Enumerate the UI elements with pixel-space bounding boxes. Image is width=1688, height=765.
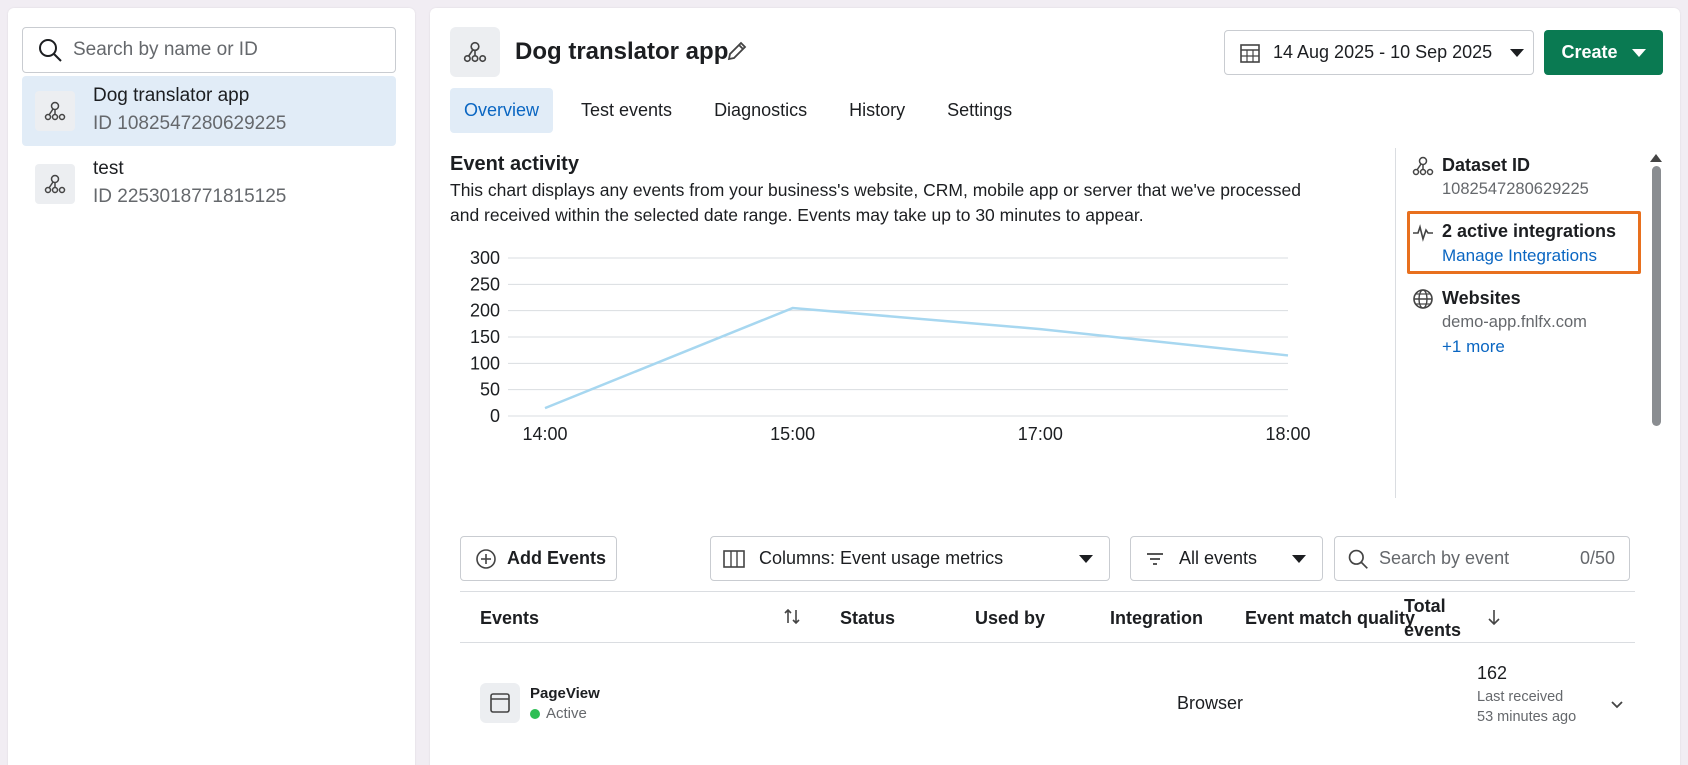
event-search-box[interactable]: Search by event 0/50 <box>1334 536 1630 581</box>
series-line[interactable] <box>544 306 1289 410</box>
tab-history[interactable]: History <box>835 88 919 133</box>
dataset-name: test <box>93 158 124 179</box>
page-title: Dog translator app <box>515 38 729 65</box>
events-table-header: Events Status Used by Integration Event … <box>460 591 1635 643</box>
dataset-detail-panel: Dog translator app 14 Aug 2025 - 10 Sep … <box>430 8 1680 765</box>
websites-block: Websites demo-app.fnlfx.com +1 more <box>1410 286 1640 359</box>
scrollbar-thumb[interactable] <box>1651 166 1661 426</box>
calendar-icon <box>1240 43 1260 63</box>
y-tick-label: 300 <box>470 248 500 268</box>
dataset-list-panel: Dog translator app ID 1082547280629225 t… <box>8 8 415 765</box>
x-tick-label: 14:00 <box>522 424 567 444</box>
dataset-id-block: Dataset ID 1082547280629225 <box>1410 153 1640 201</box>
dataset-icon <box>35 164 75 204</box>
globe-icon <box>1413 289 1433 309</box>
tab-diagnostics[interactable]: Diagnostics <box>700 88 821 133</box>
y-tick-label: 200 <box>470 301 500 321</box>
event-total-count: 162 <box>1477 663 1508 683</box>
columns-dropdown[interactable]: Columns: Event usage metrics <box>710 536 1110 581</box>
date-range-picker[interactable]: 14 Aug 2025 - 10 Sep 2025 <box>1224 30 1534 75</box>
plus-circle-icon <box>476 548 496 569</box>
date-range-label: 14 Aug 2025 - 10 Sep 2025 <box>1273 42 1493 62</box>
integrations-highlight-box <box>1407 211 1641 274</box>
event-search-placeholder: Search by event <box>1379 548 1510 568</box>
dataset-icon <box>1412 156 1434 176</box>
sort-icon[interactable] <box>782 607 802 627</box>
arrow-down-icon[interactable] <box>1485 607 1503 627</box>
event-search-count: 0/50 <box>1579 548 1615 568</box>
add-events-button[interactable]: Add Events <box>460 536 617 581</box>
x-tick-label: 18:00 <box>1265 424 1310 444</box>
event-filter-label: All events <box>1179 548 1258 568</box>
filter-icon <box>1147 552 1163 565</box>
edit-pencil-icon[interactable] <box>724 38 750 64</box>
scrollbar[interactable] <box>1649 148 1663 448</box>
chevron-down-icon <box>1510 48 1525 57</box>
dataset-icon <box>450 27 500 77</box>
more-websites-link[interactable]: +1 more <box>1442 334 1640 359</box>
x-tick-label: 17:00 <box>1018 424 1063 444</box>
tab-settings[interactable]: Settings <box>933 88 1026 133</box>
create-button[interactable]: Create <box>1544 30 1663 75</box>
dataset-id-label: Dataset ID <box>1442 155 1531 175</box>
dataset-item-dog-translator[interactable]: Dog translator app ID 1082547280629225 <box>22 76 396 146</box>
chevron-down-icon <box>1631 48 1646 57</box>
column-header-integration[interactable]: Integration <box>1110 592 1203 644</box>
dataset-search-input[interactable] <box>73 39 373 61</box>
columns-label: Columns: Event usage metrics <box>759 548 1004 568</box>
y-tick-label: 150 <box>470 327 500 347</box>
event-activity-title: Event activity <box>450 153 579 175</box>
browser-window-icon <box>480 683 520 723</box>
y-tick-label: 50 <box>480 380 500 400</box>
chevron-down-icon <box>1292 554 1306 563</box>
chevron-down-icon <box>1079 554 1093 563</box>
column-header-used-by[interactable]: Used by <box>975 592 1045 644</box>
divider <box>1395 148 1396 498</box>
event-name[interactable]: PageView <box>530 685 600 702</box>
x-tick-label: 15:00 <box>770 424 815 444</box>
event-last-received: Last received 53 minutes ago <box>1477 689 1577 725</box>
add-events-label: Add Events <box>507 548 607 568</box>
event-activity-description: This chart displays any events from your… <box>450 180 1301 225</box>
dataset-icon <box>35 91 75 131</box>
tab-test-events[interactable]: Test events <box>567 88 686 133</box>
dataset-search-box[interactable] <box>22 27 396 73</box>
y-tick-label: 100 <box>470 353 500 373</box>
table-row[interactable]: PageView Active Browser 162 Last receive… <box>460 653 1635 753</box>
y-tick-label: 250 <box>470 274 500 294</box>
column-header-event-match-quality[interactable]: Event match quality <box>1245 592 1415 644</box>
dataset-id-value: 1082547280629225 <box>1442 180 1589 198</box>
scroll-up-arrow-icon[interactable] <box>1650 154 1662 162</box>
dataset-id: ID 2253018771815125 <box>93 186 287 207</box>
search-icon <box>1348 549 1368 569</box>
create-label: Create <box>1561 42 1618 62</box>
active-status-dot <box>530 708 540 719</box>
tab-bar: Overview Test events Diagnostics History… <box>450 88 1040 133</box>
website-domain: demo-app.fnlfx.com <box>1442 313 1587 331</box>
event-activity-chart: 300 250 200 150 100 50 0 14:00 15:00 17:00 18:00 <box>470 248 1311 444</box>
tab-overview[interactable]: Overview <box>450 88 554 133</box>
search-icon <box>39 39 62 62</box>
dataset-item-test[interactable]: test ID 2253018771815125 <box>22 149 396 219</box>
column-header-total-events[interactable]: Total events <box>1404 592 1474 644</box>
event-status-label: Active <box>546 705 587 722</box>
event-integration: Browser <box>1177 693 1244 713</box>
column-header-status[interactable]: Status <box>840 592 895 644</box>
columns-icon <box>723 549 745 568</box>
event-filter-dropdown[interactable]: All events <box>1130 536 1323 581</box>
y-tick-label: 0 <box>490 406 500 426</box>
event-status: Active <box>530 705 587 722</box>
dataset-id: ID 1082547280629225 <box>93 113 287 134</box>
dataset-name: Dog translator app <box>93 85 250 106</box>
websites-label: Websites <box>1442 288 1521 308</box>
chevron-down-icon[interactable] <box>1608 695 1626 713</box>
column-header-events[interactable]: Events <box>480 592 539 644</box>
